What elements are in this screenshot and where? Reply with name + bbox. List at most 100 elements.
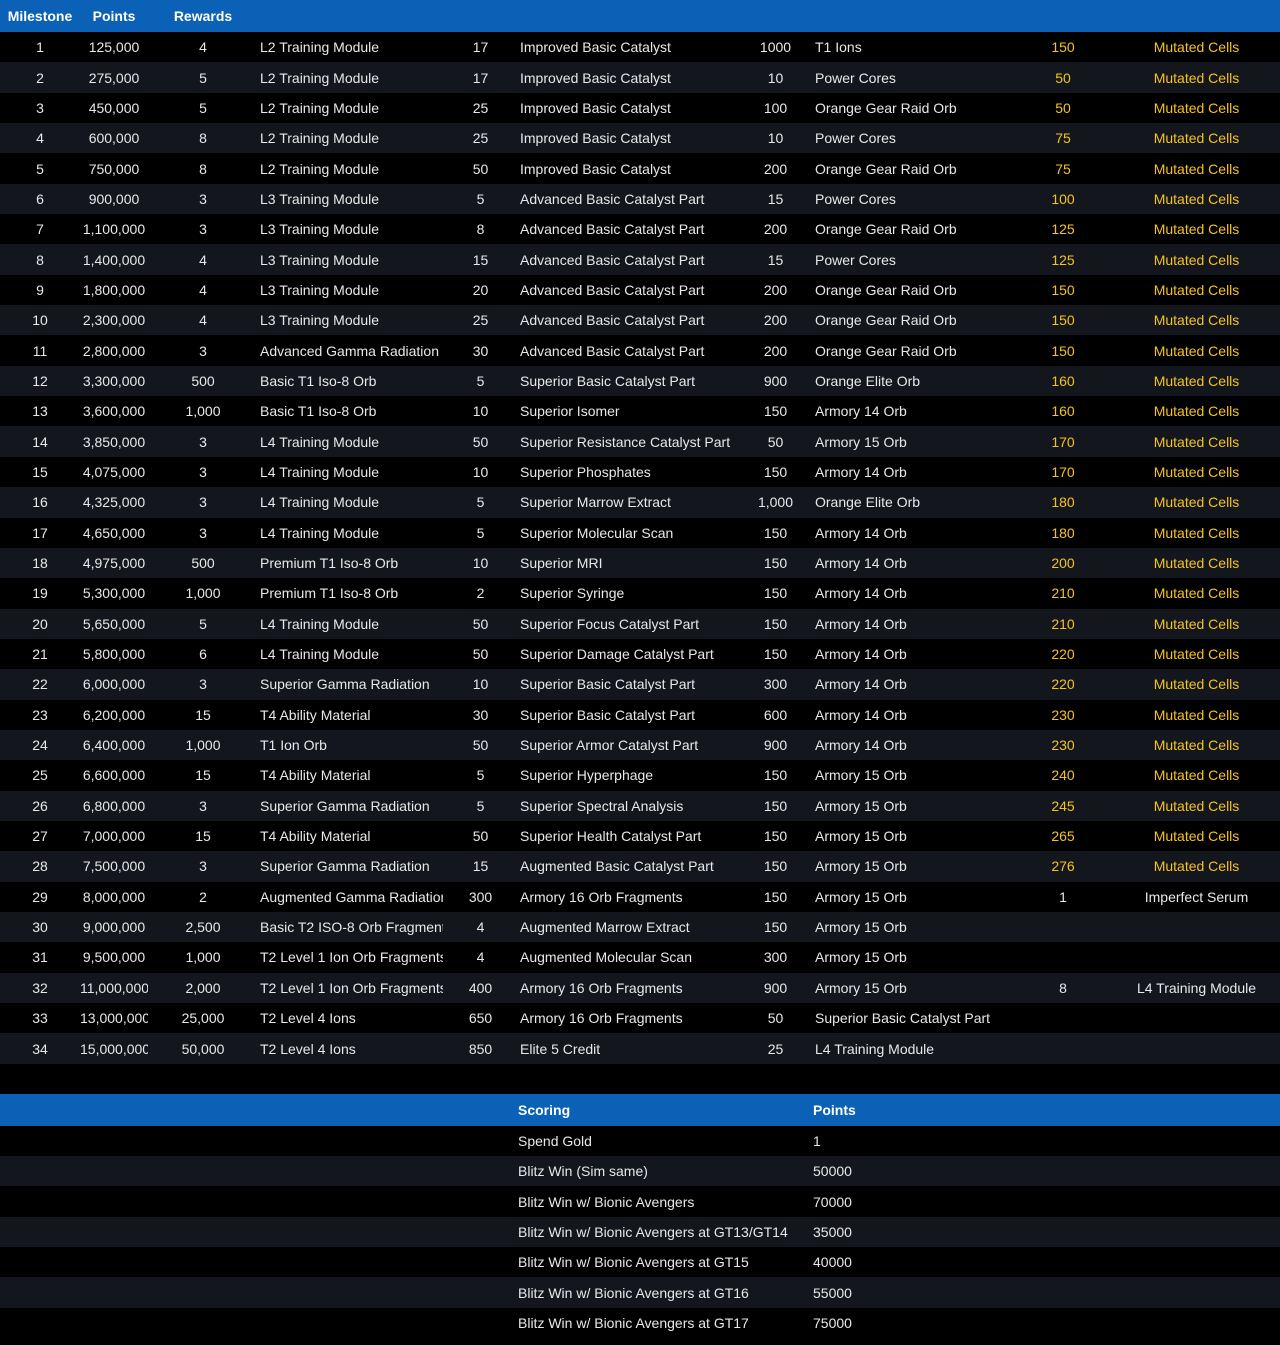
- reward4-qty-cell: 75: [1055, 130, 1071, 147]
- reward2-qty-cell: 25: [472, 312, 489, 329]
- reward1-qty-cell: 2,500: [185, 919, 221, 936]
- reward4-qty-cell: 150: [1051, 312, 1075, 329]
- header-spacer: [443, 0, 518, 32]
- reward3-qty-cell: 200: [763, 312, 788, 329]
- reward2-item-cell: Augmented Marrow Extract: [520, 919, 690, 936]
- reward3-item-cell: Armory 15 Orb: [815, 858, 907, 875]
- reward2-item-cell: Armory 16 Orb Fragments: [520, 979, 683, 996]
- reward1-qty-cell: 6: [199, 646, 207, 663]
- milestone-cell: 21: [32, 646, 48, 663]
- scoring-body: Spend Gold 1 Blitz Win (Sim same) 50000 Blit…: [0, 1125, 1280, 1339]
- reward1-item-cell: L4 Training Module: [260, 646, 380, 663]
- reward2-qty-cell: 25: [472, 130, 489, 147]
- reward1-item-cell: T2 Level 4 Ions: [260, 1010, 356, 1027]
- reward4-qty-cell: [1013, 1033, 1113, 1063]
- reward4-qty-cell: 100: [1051, 190, 1075, 207]
- table-row: 4 600,000 8 L2 Training Module 25 Improved Ba…: [0, 123, 1280, 154]
- reward2-item-cell: Superior Basic Catalyst Part: [520, 676, 696, 693]
- reward1-item-cell: Superior Gamma Radiation: [260, 797, 430, 814]
- reward1-item-cell: L4 Training Module: [260, 494, 380, 511]
- reward1-qty-cell: 3: [199, 494, 207, 511]
- milestone-cell: 13: [32, 403, 48, 420]
- reward3-qty-cell: 150: [763, 615, 788, 632]
- points-cell: 13,000,000: [80, 1010, 148, 1027]
- reward2-item-cell: Elite 5 Credit: [520, 1040, 601, 1057]
- reward3-qty-cell: 200: [763, 160, 788, 177]
- points-cell: 4,975,000: [82, 555, 146, 572]
- reward1-qty-cell: 3: [199, 342, 207, 359]
- reward1-qty-cell: 2,000: [185, 979, 221, 996]
- reward4-item-cell: Mutated Cells: [1153, 69, 1240, 86]
- reward4-qty-cell: 125: [1051, 251, 1075, 268]
- milestone-cell: 14: [32, 433, 48, 450]
- reward4-qty-cell: 50: [1055, 99, 1071, 116]
- reward2-qty-cell: 4: [476, 919, 485, 936]
- table-row: 22 6,000,000 3 Superior Gamma Radiation 10 Su…: [0, 669, 1280, 700]
- reward1-qty-cell: 1,000: [185, 737, 221, 754]
- table-row: 31 9,500,000 1,000 T2 Level 1 Ion Orb Fragm…: [0, 942, 1280, 973]
- reward3-qty-cell: 150: [763, 555, 788, 572]
- milestone-header: Milestone: [0, 0, 80, 32]
- table-row: 32 11,000,000 2,000 T2 Level 1 Ion Orb Frag…: [0, 972, 1280, 1003]
- points-cell: 6,000,000: [82, 676, 146, 693]
- reward3-qty-cell: 150: [763, 767, 788, 784]
- reward2-qty-cell: 650: [468, 1010, 493, 1027]
- rewards-header: Rewards: [148, 0, 258, 32]
- reward3-item-cell: Armory 15 Orb: [815, 919, 907, 936]
- reward1-item-cell: Premium T1 Iso-8 Orb: [260, 555, 399, 572]
- reward4-item-cell: Mutated Cells: [1153, 433, 1240, 450]
- reward2-item-cell: Advanced Basic Catalyst Part: [520, 281, 705, 298]
- reward4-qty-cell: 240: [1051, 767, 1075, 784]
- scoring-points-cell: 40000: [813, 1254, 852, 1271]
- milestone-cell: 31: [32, 949, 48, 966]
- reward2-item-cell: Superior Basic Catalyst Part: [520, 372, 696, 389]
- points-cell: 9,500,000: [82, 949, 146, 966]
- reward2-qty-cell: 30: [472, 706, 489, 723]
- reward1-item-cell: Basic T1 Iso-8 Orb: [260, 403, 377, 420]
- scoring-header-row: Scoring Points: [0, 1093, 1280, 1126]
- reward1-item-cell: T2 Level 1 Ion Orb Fragments: [260, 949, 443, 966]
- reward3-item-cell: Orange Gear Raid Orb: [815, 281, 957, 298]
- points-header: Points: [80, 0, 148, 32]
- header-spacer: [1013, 0, 1113, 32]
- reward2-qty-cell: 5: [476, 797, 485, 814]
- reward2-item-cell: Superior Hyperphage: [520, 767, 654, 784]
- table-row: 2 275,000 5 L2 Training Module 17 Improved Ba…: [0, 62, 1280, 93]
- reward2-item-cell: Advanced Basic Catalyst Part: [520, 190, 705, 207]
- reward4-qty-cell: 220: [1051, 646, 1075, 663]
- reward4-item-cell: Mutated Cells: [1153, 797, 1240, 814]
- milestone-cell: 20: [32, 615, 48, 632]
- reward2-item-cell: Superior Focus Catalyst Part: [520, 615, 699, 632]
- table-row: 16 4,325,000 3 L4 Training Module 5 Superior …: [0, 487, 1280, 518]
- reward2-qty-cell: 50: [472, 828, 489, 845]
- reward1-item-cell: L3 Training Module: [260, 281, 380, 298]
- table-row: Blitz Win w/ Bionic Avengers at GT15 4000…: [0, 1247, 1280, 1278]
- milestone-cell: 9: [36, 281, 44, 298]
- reward4-item-cell: [1113, 942, 1280, 972]
- reward4-item-cell: L4 Training Module: [1136, 979, 1257, 996]
- reward1-item-cell: T4 Ability Material: [260, 828, 371, 845]
- reward2-item-cell: Augmented Basic Catalyst Part: [520, 858, 714, 875]
- reward4-item-cell: [1113, 1033, 1280, 1063]
- table-row: Spend Gold 1: [0, 1125, 1280, 1157]
- reward2-qty-cell: 17: [472, 69, 489, 86]
- points-cell: 450,000: [88, 99, 140, 116]
- milestone-cell: 10: [32, 312, 48, 329]
- reward2-qty-cell: 50: [472, 737, 489, 754]
- table-row: Blitz Win (Sim same) 50000: [0, 1156, 1280, 1187]
- reward1-qty-cell: 4: [199, 281, 207, 298]
- reward3-item-cell: Power Cores: [815, 69, 896, 86]
- reward1-qty-cell: 3: [199, 463, 207, 480]
- reward3-item-cell: Armory 14 Orb: [815, 524, 907, 541]
- scoring-action-cell: Spend Gold: [518, 1132, 592, 1149]
- milestone-cell: 33: [32, 1010, 48, 1027]
- scoring-points-cell: 75000: [813, 1314, 852, 1331]
- reward2-item-cell: Advanced Basic Catalyst Part: [520, 312, 705, 329]
- points-cell: 2,800,000: [82, 342, 146, 359]
- reward2-item-cell: Improved Basic Catalyst: [520, 69, 671, 86]
- reward2-item-cell: Superior Health Catalyst Part: [520, 828, 702, 845]
- reward1-item-cell: L2 Training Module: [260, 69, 380, 86]
- reward4-item-cell: Mutated Cells: [1153, 99, 1240, 116]
- reward3-qty-cell: 1,000: [757, 494, 794, 511]
- reward4-qty-cell: [1013, 942, 1113, 972]
